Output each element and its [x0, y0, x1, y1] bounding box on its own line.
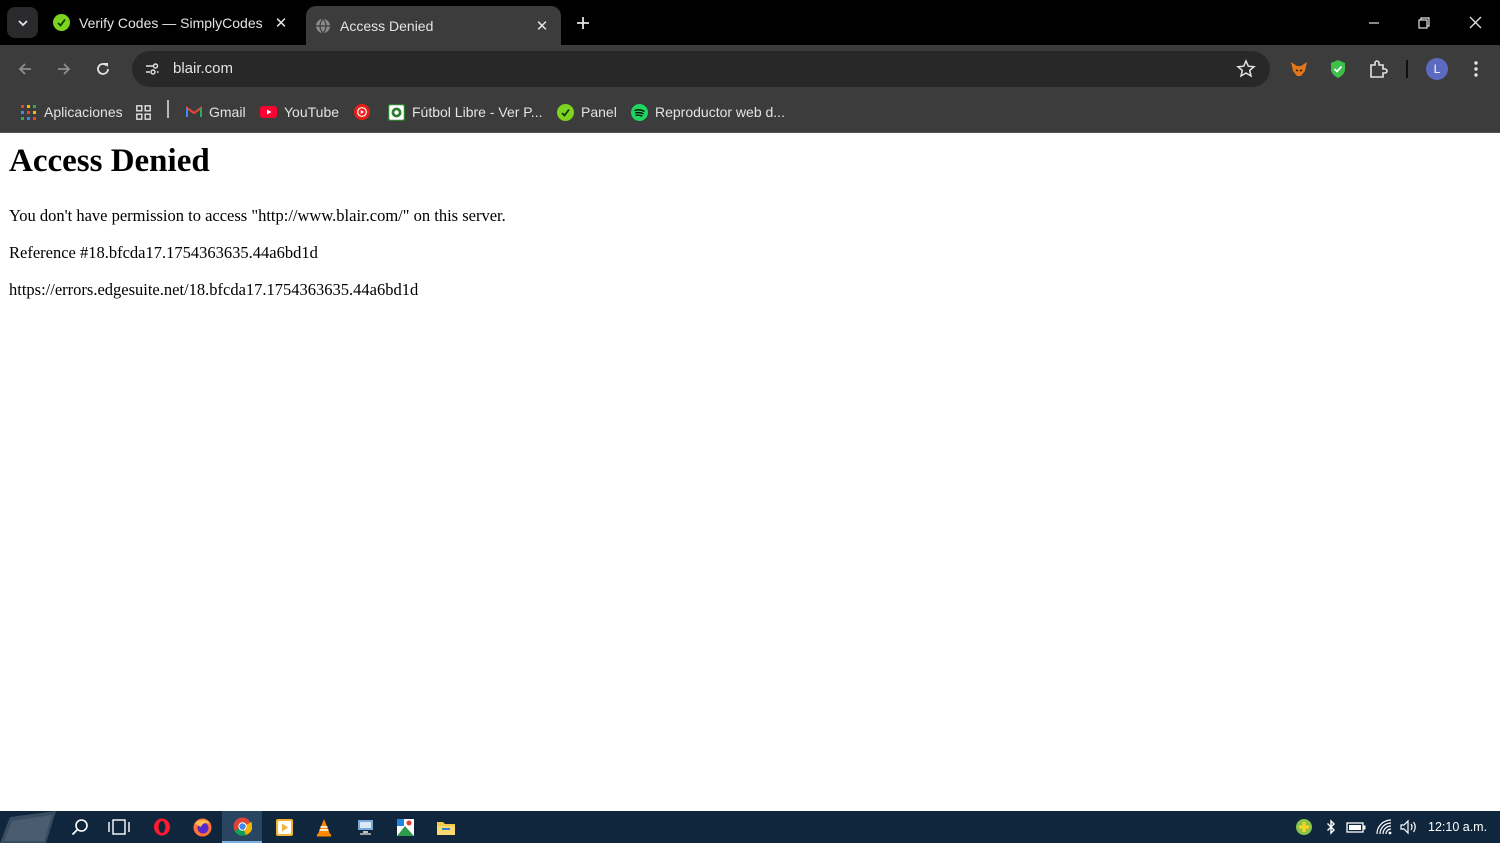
error-url: https://errors.edgesuite.net/18.bfcda17.…: [9, 280, 419, 299]
reference-id: Reference #18.bfcda17.1754363635.44a6bd1…: [9, 243, 318, 262]
new-tab-button[interactable]: [571, 11, 595, 35]
site-info-icon[interactable]: [140, 57, 164, 81]
page-title: Access Denied: [9, 143, 210, 179]
bookmark-spotify[interactable]: Reproductor web d...: [631, 101, 785, 123]
minimize-button[interactable]: [1350, 0, 1398, 45]
taskbar-network-app[interactable]: [345, 811, 385, 843]
bookmark-label: Reproductor web d...: [655, 104, 785, 120]
bookmark-label: Panel: [581, 104, 617, 120]
tab-strip: Verify Codes — SimplyCodes ✕ Access Deni…: [0, 0, 1500, 45]
network-app-icon: [357, 819, 373, 835]
taskbar-clock[interactable]: 12:10 a.m.: [1428, 811, 1487, 843]
arrow-left-icon: [18, 63, 31, 75]
plus-icon: [577, 17, 589, 29]
bookmark-panel[interactable]: Panel: [557, 101, 617, 123]
windows-taskbar: 12:10 a.m.: [0, 811, 1500, 843]
metamask-extension-icon[interactable]: [1287, 57, 1311, 81]
url-text[interactable]: blair.com: [173, 51, 233, 87]
bookmark-aplicaciones[interactable]: Aplicaciones: [20, 101, 123, 123]
windows-logo-icon: [0, 811, 56, 843]
media-player-icon: [275, 818, 293, 836]
error-message: You don't have permission to access "htt…: [9, 206, 506, 225]
bookmark-divider: [167, 100, 169, 118]
bookmark-star-icon[interactable]: [1236, 59, 1256, 79]
tab-title: Access Denied: [340, 17, 434, 34]
tab-title: Verify Codes — SimplyCodes: [79, 14, 263, 31]
reload-button[interactable]: [89, 55, 117, 83]
browser-toolbar: blair.com L: [0, 45, 1500, 93]
close-tab-icon[interactable]: ✕: [272, 14, 290, 32]
simplycodes-icon: [53, 14, 70, 31]
paint-icon: [396, 818, 414, 836]
bookmark-label: Gmail: [209, 104, 246, 120]
taskbar-opera[interactable]: [142, 811, 182, 843]
taskbar-vlc[interactable]: [304, 811, 344, 843]
bookmarks-bar: Aplicaciones Gmail YouTube Fútbol Libre …: [0, 93, 1500, 133]
reload-icon: [97, 63, 109, 75]
taskbar-media-player[interactable]: [264, 811, 304, 843]
spotify-icon: [631, 103, 648, 121]
shield-extension-icon[interactable]: [1326, 57, 1350, 81]
youtube-icon: [260, 104, 277, 121]
taskbar-paint[interactable]: [385, 811, 425, 843]
bookmark-label: Fútbol Libre - Ver P...: [412, 104, 543, 120]
address-bar[interactable]: blair.com: [132, 51, 1270, 87]
restore-button[interactable]: [1400, 0, 1448, 45]
taskbar-chrome[interactable]: [222, 811, 262, 843]
close-icon: [1469, 16, 1481, 29]
globe-icon: [314, 17, 331, 34]
chevron-down-icon: [17, 19, 28, 26]
start-button[interactable]: [0, 811, 58, 843]
bookmark-futbol-libre[interactable]: Fútbol Libre - Ver P...: [388, 101, 542, 123]
page-content: Access Denied You don't have permission …: [0, 133, 1500, 811]
tab-verify-codes[interactable]: Verify Codes — SimplyCodes ✕: [45, 0, 300, 45]
firefox-icon: [193, 818, 211, 836]
simplycodes-icon: [557, 103, 574, 121]
tab-search-button[interactable]: [7, 7, 38, 38]
task-view-icon: [108, 819, 130, 835]
minimize-icon: [1369, 21, 1379, 24]
battery-icon[interactable]: [1346, 817, 1366, 837]
bluetooth-icon[interactable]: [1321, 817, 1341, 837]
close-tab-icon[interactable]: ✕: [533, 17, 551, 35]
restore-icon: [1418, 16, 1430, 29]
toolbar-divider: [1406, 60, 1408, 78]
bookmark-gmail[interactable]: Gmail: [185, 101, 246, 123]
tab-access-denied[interactable]: Access Denied ✕: [306, 6, 561, 45]
taskbar-file-explorer[interactable]: [426, 811, 466, 843]
taskbar-firefox[interactable]: [182, 811, 222, 843]
profile-avatar[interactable]: L: [1426, 58, 1448, 80]
wifi-icon[interactable]: [1374, 817, 1394, 837]
soccer-icon: [388, 103, 405, 121]
tray-app-icon[interactable]: [1294, 817, 1314, 837]
opera-icon: [154, 818, 170, 836]
close-window-button[interactable]: [1451, 0, 1499, 45]
bookmark-music[interactable]: [353, 101, 377, 123]
forward-button[interactable]: [50, 55, 78, 83]
bookmark-youtube[interactable]: YouTube: [260, 101, 339, 123]
chrome-icon: [233, 817, 252, 836]
back-button[interactable]: [11, 55, 39, 83]
bookmark-label: Aplicaciones: [44, 104, 123, 120]
gmail-icon: [185, 104, 202, 121]
taskbar-task-view[interactable]: [99, 811, 139, 843]
extensions-puzzle-icon[interactable]: [1366, 57, 1390, 81]
search-icon: [71, 819, 88, 836]
volume-icon[interactable]: [1399, 817, 1419, 837]
menu-kebab-icon[interactable]: [1464, 57, 1488, 81]
music-icon: [353, 104, 370, 121]
grid-icon: [135, 104, 152, 121]
apps-grid-icon: [20, 104, 37, 121]
bookmark-label: YouTube: [284, 104, 340, 120]
file-explorer-icon: [437, 821, 455, 835]
arrow-right-icon: [58, 63, 71, 75]
vlc-icon: [317, 818, 331, 836]
taskbar-search[interactable]: [60, 811, 100, 843]
bookmark-grid[interactable]: [135, 101, 152, 123]
